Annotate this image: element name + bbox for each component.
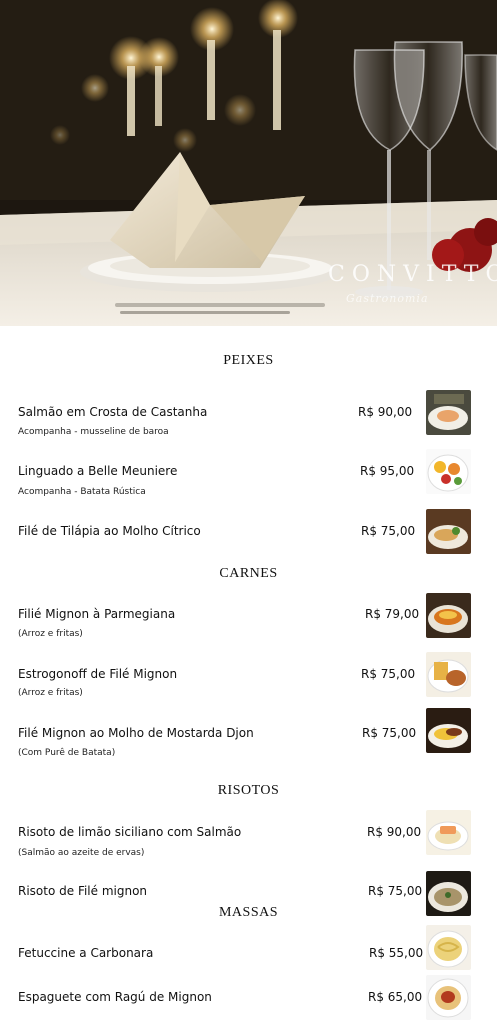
menu-item-description: (Salmão ao azeite de ervas) [18,848,145,858]
menu-item-price: R$ 65,00 [368,990,423,1004]
menu-item-name: Filé Mignon ao Molho de Mostarda Djon [18,726,254,740]
section-title-peixes: PEIXES [223,353,274,368]
menu-item-price: R$ 75,00 [362,726,417,740]
menu-item-name: Salmão em Crosta de Castanha [18,405,208,419]
ragu-spaghetti-dish-image [426,975,471,1020]
menu-item-name: Linguado a Belle Meuniere [18,464,178,478]
lemon-risotto-dish-image [426,810,471,855]
sole-fish-dish-image [426,449,471,494]
menu-item-price: R$ 75,00 [368,884,423,898]
menu-item-description: Acompanha - musseline de baroa [18,427,169,437]
menu-item-name: Filé de Tilápia ao Molho Cítrico [18,524,201,538]
section-title-carnes: CARNES [219,566,278,581]
menu-item-price: R$ 55,00 [369,946,424,960]
menu-item-name: Espaguete com Ragú de Mignon [18,990,212,1004]
menu-item-name: Estrogonoff de Filé Mignon [18,667,178,681]
carbonara-dish-image [426,925,471,970]
section-title-massas: MASSAS [218,905,279,920]
menu-item-name: Risoto de limão siciliano com Salmão [18,825,242,839]
hero-image: CONVITTO Gastronomia [0,0,497,326]
tilapia-dish-image [426,509,471,554]
menu-item-description: (Arroz e fritas) [18,629,83,639]
stroganoff-dish-image [426,652,471,697]
restaurant-logo: CONVITTO Gastronomia [328,262,497,312]
menu-item-name: Fetuccine a Carbonara [18,946,154,960]
menu-item-description: Acompanha - Batata Rústica [18,487,146,497]
menu-item-description: (Com Purê de Batata) [18,748,116,758]
logo-wordmark: CONVITTO [328,262,497,287]
logo-subtext: Gastronomia [346,292,429,305]
menu-item-name: Filié Mignon à Parmegiana [18,607,176,621]
menu-item-description: (Arroz e fritas) [18,688,83,698]
salmon-dish-image [426,390,471,435]
section-title-risotos: RISOTOS [217,783,280,798]
menu-item-price: R$ 90,00 [358,405,413,419]
menu-item-price: R$ 95,00 [360,464,415,478]
menu-item-price: R$ 75,00 [361,524,416,538]
menu-item-price: R$ 75,00 [361,667,416,681]
parmegiana-dish-image [426,593,471,638]
mustard-steak-dish-image [426,708,471,753]
menu-item-name: Risoto de Filé mignon [18,884,148,898]
menu-item-price: R$ 79,00 [365,607,420,621]
menu-item-price: R$ 90,00 [367,825,422,839]
